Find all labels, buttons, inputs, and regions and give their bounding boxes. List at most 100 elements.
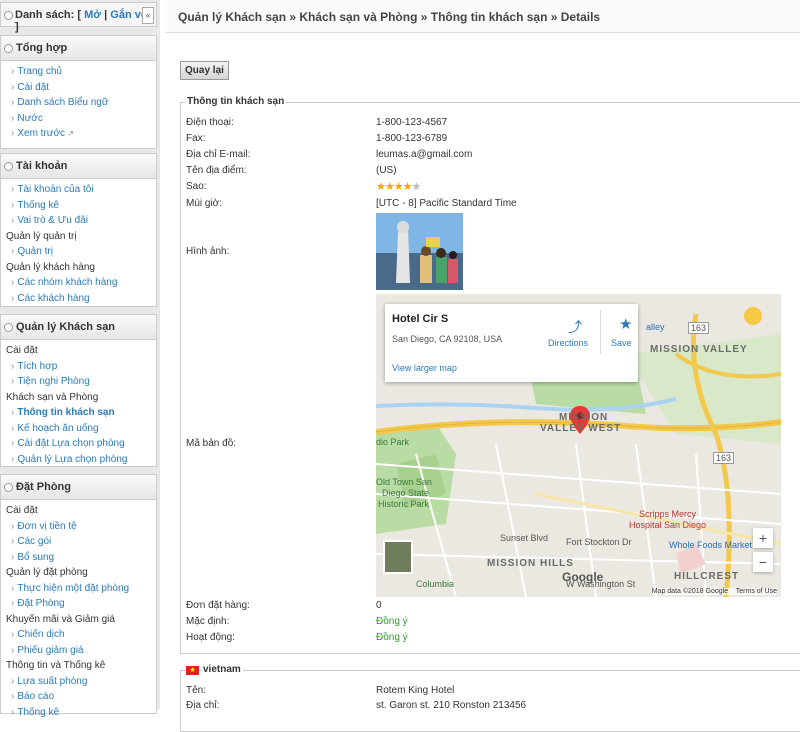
star-icon: ★ — [402, 181, 413, 193]
zoom-out-button[interactable]: − — [753, 552, 773, 572]
sidebar: Danh sách: [ Mở | Gắn với ] « Tổng hợp Tr… — [0, 0, 160, 718]
field-label: Điện thoại: — [186, 117, 234, 128]
sidebar-panel-header[interactable]: Quản lý Khách sạn — [1, 315, 156, 340]
save-link[interactable]: Save — [611, 338, 632, 348]
collapse-sidebar-button[interactable]: « — [142, 7, 154, 24]
sidebar-item-link[interactable]: Thống kê — [17, 707, 59, 718]
sidebar-item-link[interactable]: Vai trò & Ưu đãi — [17, 215, 88, 226]
map-label-columbia: Columbia — [416, 579, 455, 589]
active-value: Đồng ý — [376, 632, 408, 643]
sidebar-item-link[interactable]: Cài đặt — [17, 82, 49, 93]
sidebar-panel-header[interactable]: Tài khoản — [1, 154, 156, 179]
field-value: 1-800-123-6789 — [376, 133, 448, 144]
zoom-in-button[interactable]: + — [753, 528, 773, 548]
map-data-credit: Map data ©2018 Google — [651, 588, 729, 595]
sidebar-group-label: Thông tin và Thống kê — [6, 660, 106, 671]
map-label-park: dio Park — [376, 437, 410, 447]
star-rating: ★★★★★ — [376, 180, 422, 193]
sidebar-item-link[interactable]: Lựa suất phòng — [17, 676, 87, 687]
field-label: Địa chỉ E-mail: — [186, 149, 251, 160]
sidebar-item-link[interactable]: Tài khoản của tôi — [17, 184, 93, 195]
name-value: Rotem King Hotel — [376, 685, 455, 696]
star-icon: ★ — [376, 181, 386, 193]
sidebar-item-link[interactable]: Đơn vị tiền tệ — [17, 521, 76, 532]
name-label: Tên: — [186, 685, 207, 696]
field-value: 1-800-123-4567 — [376, 117, 448, 128]
sidebar-item-link[interactable]: Tiện nghi Phòng — [17, 376, 89, 387]
map-label-sunset-blvd: Sunset Blvd — [500, 533, 549, 543]
map-label-mission: MISSION — [559, 412, 609, 423]
sidebar-item: Quản lý Lựa chọn phòng — [1, 452, 156, 468]
sidebar-panel-title: Đặt Phòng — [16, 481, 71, 493]
sidebar-item: Báo cáo — [1, 689, 156, 705]
sidebar-group-label: Quản lý quản trị — [6, 230, 77, 242]
sidebar-item-link[interactable]: Nước — [17, 113, 42, 124]
sidebar-item-link[interactable]: Thông tin khách sạn — [17, 407, 114, 418]
view-larger-map-link[interactable]: View larger map — [392, 363, 457, 373]
sidebar-item-link[interactable]: Bổ sung — [17, 552, 54, 563]
sidebar-item-link[interactable]: Các gói — [17, 536, 51, 547]
external-link-icon: ↗ — [65, 129, 74, 138]
map-label-hospital: Hospital San Diego — [629, 520, 707, 530]
directions-link[interactable]: Directions — [548, 338, 588, 348]
sidebar-item: Thông tin khách sạn — [1, 405, 156, 421]
map-place-name: Hotel Cir S — [392, 313, 449, 325]
sidebar-panel: Tài khoản Tài khoản của tôi Thống kê Vai tr… — [0, 153, 157, 307]
sidebar-item: Bổ sung — [1, 550, 156, 566]
sidebar-item-link[interactable]: Chiến dịch — [17, 629, 64, 640]
sidebar-item-link[interactable]: Quản lý Lựa chọn phòng — [17, 454, 127, 465]
sidebar-item-link[interactable]: Các nhóm khách hàng — [17, 277, 117, 288]
map-label-whole-foods: Whole Foods Market — [669, 540, 753, 550]
sidebar-item: Chiến dịch — [1, 627, 156, 643]
sidebar-item-link[interactable]: Phiếu giảm giá — [17, 645, 83, 656]
directions-icon[interactable]: ⤴ — [568, 317, 582, 337]
sidebar-panel-header[interactable]: Tổng hợp — [1, 36, 156, 61]
sidebar-item: Đặt Phòng — [1, 596, 156, 612]
sidebar-item-link[interactable]: Quản trị — [17, 246, 53, 257]
sidebar-item: Thực hiện một đặt phòng — [1, 581, 156, 597]
star-icon: ★ — [411, 181, 422, 193]
open-link[interactable]: Mở — [84, 9, 101, 21]
map-label-fort-stockton: Fort Stockton Dr — [566, 537, 632, 547]
back-button[interactable]: Quay lại — [180, 61, 229, 80]
terms-of-use-link[interactable]: Terms of Use — [736, 588, 777, 595]
star-icon: ★ — [384, 181, 395, 193]
map-label-historic-park: Historic Park — [378, 499, 430, 509]
sidebar-item-link[interactable]: Cài đặt Lựa chọn phòng — [17, 438, 124, 449]
sidebar-item-link[interactable]: Thực hiện một đặt phòng — [17, 583, 129, 594]
list-toolbar: Danh sách: [ Mở | Gắn với ] « — [0, 2, 157, 33]
sidebar-panel-title: Tài khoản — [16, 160, 68, 172]
default-label: Mặc định: — [186, 616, 230, 627]
sidebar-item: Vai trò & Ưu đãi — [1, 213, 156, 229]
map-label-mission-hills: MISSION HILLS — [487, 558, 574, 569]
map-label-mission-valley: MISSION VALLEY — [650, 344, 748, 355]
sidebar-item-link[interactable]: Các khách hàng — [17, 293, 89, 304]
sidebar-item-link[interactable]: Trang chủ — [17, 66, 62, 77]
sidebar-item: Phiếu giảm giá — [1, 643, 156, 659]
save-star-icon[interactable]: ★ — [619, 315, 632, 333]
sidebar-item-link[interactable]: Đặt Phòng — [17, 598, 64, 609]
sidebar-item: Xem trước ↗ — [1, 126, 156, 142]
sidebar-panel: Đặt Phòng Cài đặt Đơn vị tiền tệ Các gói Bổ … — [0, 474, 157, 718]
sidebar-panel-header[interactable]: Đặt Phòng — [1, 475, 156, 500]
sidebar-item-link[interactable]: Kế hoạch ăn uống — [17, 423, 98, 434]
sidebar-panel: Tổng hợp Trang chủ Cài đặt Danh sách Biểu n… — [0, 35, 157, 149]
embedded-map[interactable]: Hotel Cir S San Diego, CA 92108, USA Vie… — [376, 294, 781, 597]
sidebar-item-link[interactable]: Báo cáo — [17, 691, 54, 702]
timezone-value: [UTC - 8] Pacific Standard Time — [376, 198, 517, 209]
sidebar-item-link[interactable]: Danh sách Biểu ngữ — [17, 97, 108, 108]
field-value: (US) — [376, 165, 397, 176]
hotel-info-legend: Thông tin khách sạn — [185, 96, 287, 107]
map-label-old-town: Old Town San — [376, 477, 432, 487]
main-content: Quản lý Khách sạn » Khách sạn và Phòng »… — [165, 0, 800, 732]
map-label-diego-state: Diego State — [382, 488, 430, 498]
map-info-card: Hotel Cir S San Diego, CA 92108, USA Vie… — [385, 304, 638, 382]
sidebar-item-link[interactable]: Tích hợp — [17, 361, 57, 372]
sidebar-item-link[interactable]: Thống kê — [17, 200, 59, 211]
hotel-image[interactable] — [376, 213, 463, 290]
field-label: Fax: — [186, 133, 206, 144]
sidebar-item: Trang chủ — [1, 64, 156, 80]
sidebar-item-link[interactable]: Xem trước — [17, 128, 65, 139]
map-label-fragment: alley — [646, 322, 665, 332]
bullet-icon — [4, 11, 13, 20]
